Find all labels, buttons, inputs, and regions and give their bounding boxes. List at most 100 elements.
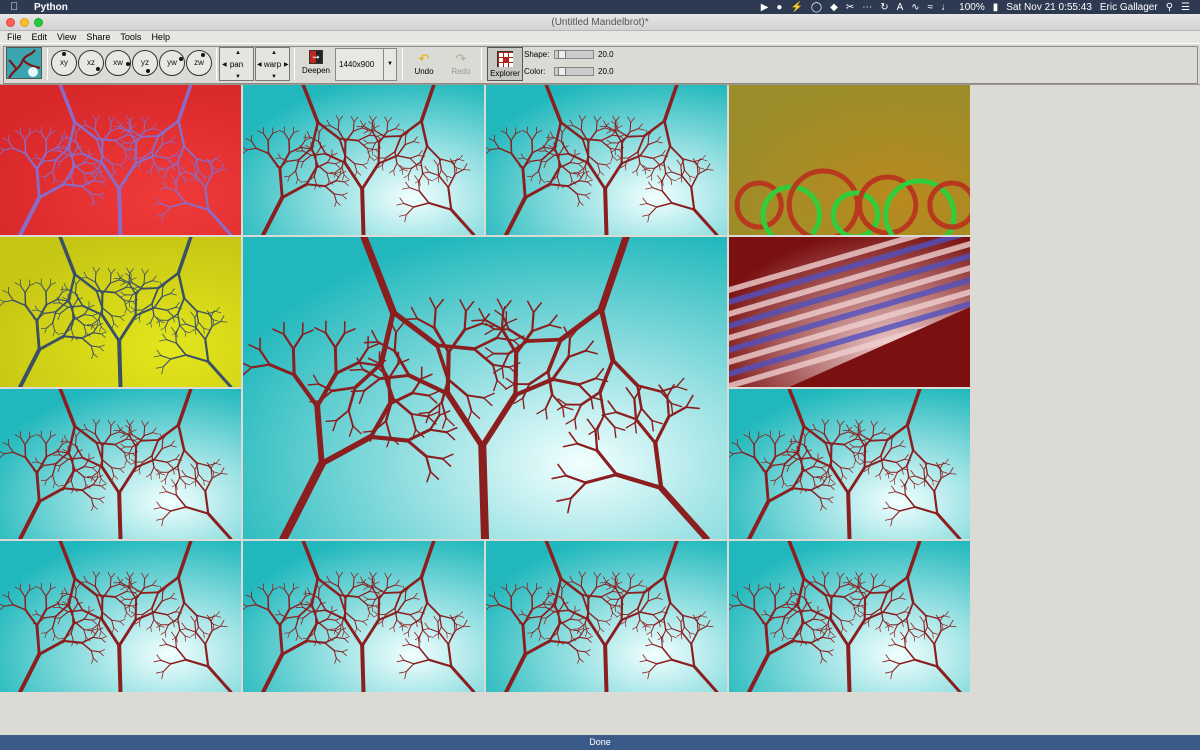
- color-slider[interactable]: [554, 67, 594, 76]
- fractal-tile-variant-dark-stripes[interactable]: [729, 237, 970, 387]
- shape-slider[interactable]: [554, 50, 594, 59]
- redo-label: Redo: [451, 67, 471, 76]
- toolbar-separator: [47, 48, 48, 80]
- zoom-button[interactable]: [34, 18, 43, 27]
- fractal-tile-variant-teal-5[interactable]: [0, 541, 241, 692]
- fractal-tile-variant-olive-green[interactable]: [729, 85, 970, 235]
- plane-yw-label: yw: [167, 58, 177, 67]
- shape-slider-knob[interactable]: [558, 50, 566, 59]
- headphones-icon[interactable]: ◯: [811, 2, 822, 13]
- status-bar: Done: [0, 735, 1200, 750]
- fractal-tile-variant-teal-4[interactable]: [729, 389, 970, 539]
- fractal-thumbnail[interactable]: [6, 47, 42, 79]
- close-button[interactable]: [6, 18, 15, 27]
- search-icon[interactable]: ⚲: [1166, 2, 1173, 13]
- plane-xw-button[interactable]: xw: [105, 50, 131, 76]
- user-name[interactable]: Eric Gallager: [1100, 2, 1158, 13]
- history-icon[interactable]: ↻: [880, 2, 888, 13]
- thumbnail-image: [7, 48, 41, 78]
- redo-icon: ↷: [455, 51, 467, 66]
- plane-xy-label: xy: [60, 58, 68, 67]
- deepen-icon: ➞: [309, 50, 323, 64]
- paw-icon[interactable]: ●: [776, 2, 782, 13]
- plane-yz-button[interactable]: yz: [132, 50, 158, 76]
- dropdown-arrow-icon[interactable]: ▼: [383, 49, 396, 80]
- explorer-grid: [0, 85, 970, 692]
- warp-right-arrow[interactable]: ▶: [284, 62, 289, 68]
- fractal-image: [486, 85, 727, 235]
- undo-button[interactable]: ↶ Undo: [410, 48, 438, 81]
- fractal-tile-variant-teal-1[interactable]: [243, 85, 484, 235]
- pan-down-arrow[interactable]: ▼: [235, 74, 241, 80]
- undo-icon: ↶: [418, 51, 430, 66]
- fractal-image: [729, 85, 970, 235]
- status-text: Done: [589, 737, 611, 747]
- color-slider-knob[interactable]: [558, 67, 566, 76]
- warp-control[interactable]: ▲ ◀ warp ▶ ▼: [255, 47, 290, 81]
- scissors-icon[interactable]: ✂: [846, 2, 854, 13]
- fractal-tile-variant-teal-8[interactable]: [729, 541, 970, 692]
- list-icon[interactable]: ☰: [1181, 2, 1190, 13]
- fractal-image: [243, 85, 484, 235]
- battery-icon[interactable]: ▮: [993, 2, 999, 13]
- toolbar-separator: [402, 48, 403, 80]
- window-titlebar[interactable]: (Untitled Mandelbrot)*: [0, 14, 1200, 31]
- color-label: Color:: [524, 67, 546, 76]
- deepen-label: Deepen: [301, 66, 331, 75]
- menu-share[interactable]: Share: [86, 31, 110, 43]
- play-icon[interactable]: ▶: [761, 2, 769, 13]
- toolbar-separator: [294, 48, 295, 80]
- plane-xz-label: xz: [87, 58, 95, 67]
- app-name[interactable]: Python: [34, 2, 68, 13]
- menu-file[interactable]: File: [7, 31, 22, 43]
- warp-up-arrow[interactable]: ▲: [271, 50, 277, 56]
- clock[interactable]: Sat Nov 21 0:55:43: [1006, 2, 1092, 13]
- shape-value: 20.0: [598, 50, 614, 59]
- menu-view[interactable]: View: [57, 31, 76, 43]
- pan-control[interactable]: ▲ ◀ pan ▼: [219, 47, 254, 81]
- bolt-icon[interactable]: ⚡: [790, 2, 802, 13]
- toolbar: xy xz xw yz yw zw ▲ ◀ pan ▼ ▲ ◀ warp ▶ ▼…: [0, 43, 1200, 85]
- warp-down-arrow[interactable]: ▼: [271, 74, 277, 80]
- shape-label: Shape:: [524, 50, 550, 59]
- volume-icon[interactable]: ♩: [941, 2, 951, 13]
- plane-xy-button[interactable]: xy: [51, 50, 77, 76]
- menu-help[interactable]: Help: [151, 31, 170, 43]
- explorer-toggle[interactable]: Explorer: [487, 47, 523, 81]
- fractal-image: [243, 237, 727, 539]
- shape-slider-row: Shape: 20.0: [524, 50, 614, 59]
- minimize-button[interactable]: [20, 18, 29, 27]
- pan-up-arrow[interactable]: ▲: [235, 50, 241, 56]
- diamond-icon[interactable]: ◆: [830, 2, 838, 13]
- color-slider-row: Color: 20.0: [524, 67, 614, 76]
- keyboard-icon[interactable]: A: [897, 2, 904, 13]
- plane-yw-button[interactable]: yw: [159, 50, 185, 76]
- dots-icon[interactable]: ⋯: [862, 2, 872, 13]
- app-menu-bar: File Edit View Share Tools Help: [0, 31, 1200, 43]
- deepen-button[interactable]: ➞ Deepen: [299, 48, 333, 81]
- toolbar-separator: [481, 48, 482, 80]
- fractal-tile-variant-yellow-slate[interactable]: [0, 237, 241, 387]
- menu-edit[interactable]: Edit: [32, 31, 48, 43]
- fractal-tile-variant-teal-2[interactable]: [486, 85, 727, 235]
- wifi-icon[interactable]: ≈: [928, 2, 934, 13]
- explorer-label: Explorer: [490, 69, 520, 78]
- fractal-tile-variant-teal-6[interactable]: [243, 541, 484, 692]
- plane-zw-button[interactable]: zw: [186, 50, 212, 76]
- size-dropdown[interactable]: 1440x900 ▼: [335, 48, 397, 81]
- fractal-tile-variant-red-violet[interactable]: [0, 85, 241, 235]
- bluetooth-icon[interactable]: ∿: [911, 2, 919, 13]
- redo-button[interactable]: ↷ Redo: [447, 48, 475, 81]
- fractal-image: [0, 541, 241, 692]
- status-tray: ▶ ● ⚡ ◯ ◆ ✂ ⋯ ↻ A ∿ ≈ ♩ 100% ▮ Sat Nov 2…: [761, 2, 1200, 13]
- menu-tools[interactable]: Tools: [120, 31, 141, 43]
- plane-yz-label: yz: [141, 58, 149, 67]
- fractal-tile-variant-teal-7[interactable]: [486, 541, 727, 692]
- battery-percent[interactable]: 100%: [959, 2, 985, 13]
- plane-xz-button[interactable]: xz: [78, 50, 104, 76]
- fractal-tile-variant-teal-3[interactable]: [0, 389, 241, 539]
- plane-zw-label: zw: [194, 58, 204, 67]
- apple-icon[interactable]: : [10, 1, 24, 13]
- fractal-tile-main-view-teal[interactable]: [243, 237, 727, 539]
- explorer-grid-icon: [497, 51, 513, 67]
